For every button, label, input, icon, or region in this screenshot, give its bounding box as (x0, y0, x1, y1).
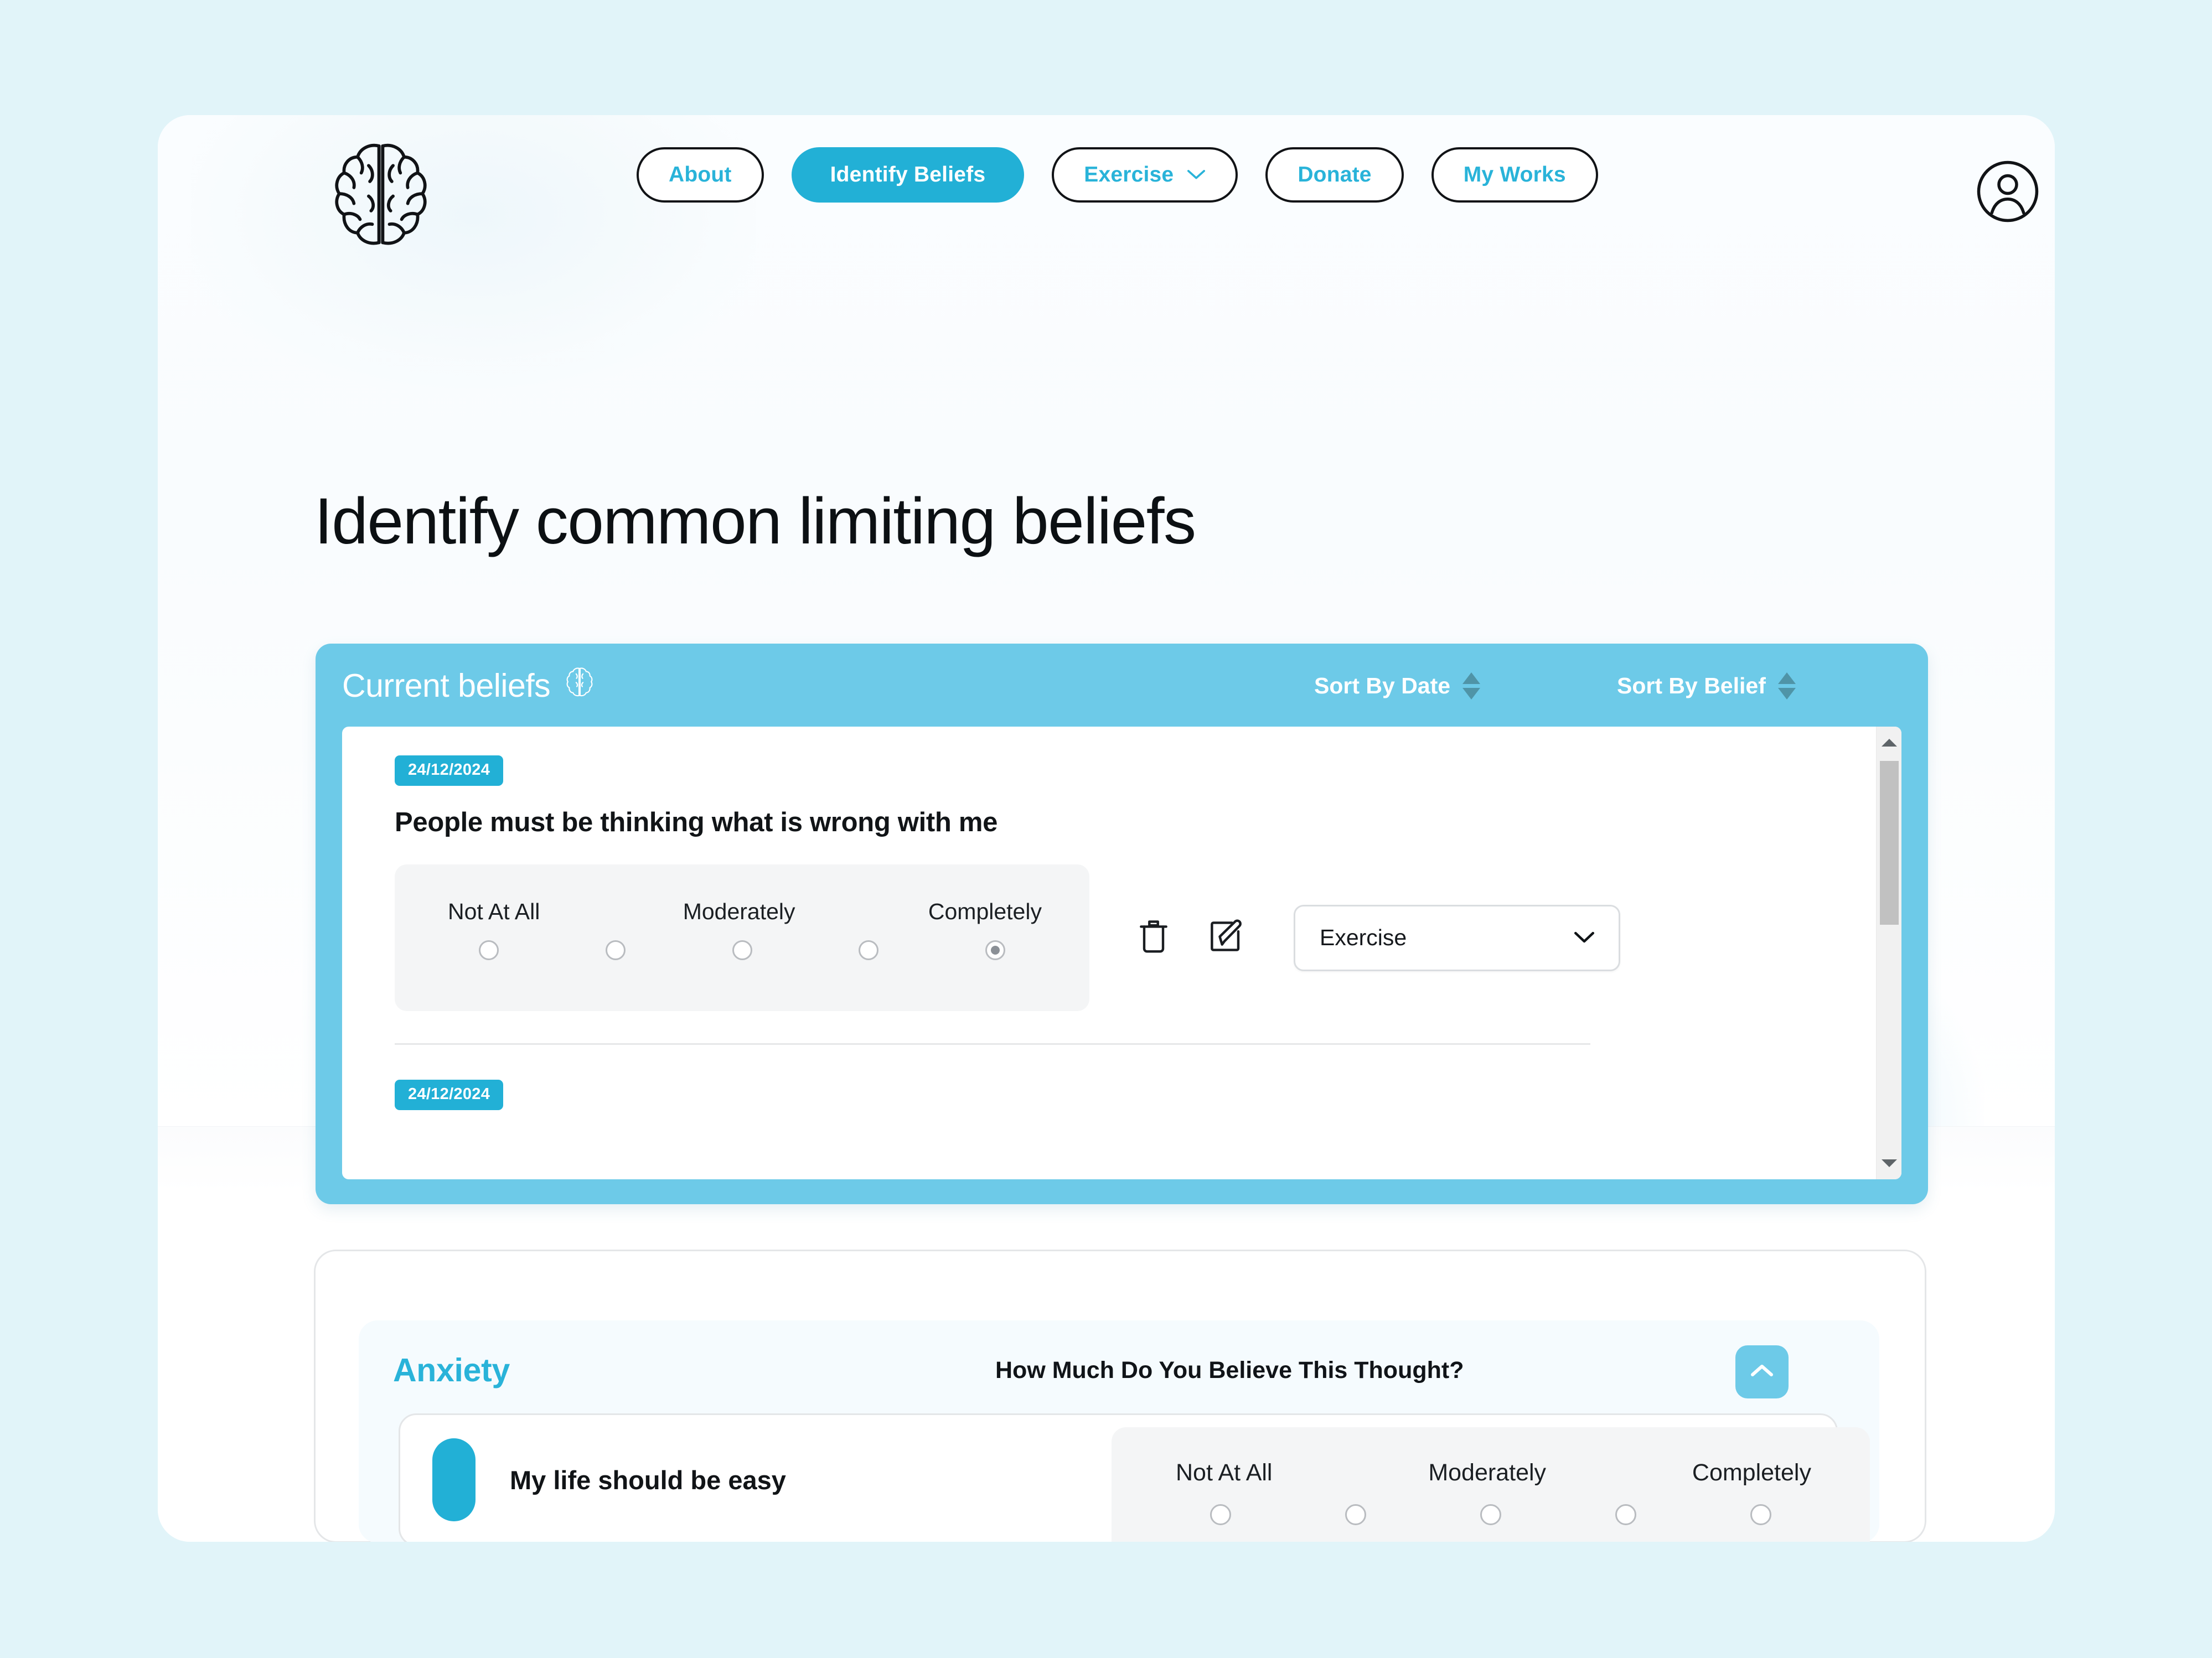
thought-rating-scale: Not At All Moderately Completely (1112, 1427, 1870, 1542)
list-divider (395, 1043, 1590, 1045)
chevron-down-icon (1572, 925, 1596, 951)
nav-item-exercise[interactable]: Exercise (1052, 147, 1238, 203)
scrollbar-up-button[interactable] (1877, 730, 1901, 755)
scale-label-moderately: Moderately (1428, 1459, 1547, 1486)
anxiety-category-title: Anxiety (393, 1352, 510, 1388)
scale-radio-2[interactable] (1345, 1504, 1366, 1525)
sort-by-belief-button[interactable]: Sort By Belief (1617, 672, 1796, 700)
belief-controls-row: Not At All Moderately Completely Exercis… (395, 864, 1843, 1011)
page-title: Identify common limiting beliefs (314, 485, 1196, 558)
anxiety-card-header: Anxiety How Much Do You Believe This Tho… (359, 1320, 1879, 1413)
belief-date-badge: 24/12/2024 (395, 755, 504, 786)
scale-radio-2[interactable] (605, 940, 626, 960)
sort-by-belief-label: Sort By Belief (1617, 673, 1766, 698)
list-item: 24/12/2024 People must be thinking what … (395, 755, 1843, 1045)
scale-label-not-at-all: Not At All (448, 899, 540, 924)
scale-radio-3[interactable] (732, 940, 752, 960)
brain-icon (562, 667, 597, 704)
nav-item-donate[interactable]: Donate (1265, 147, 1404, 203)
nav-item-label: Donate (1298, 163, 1372, 186)
current-beliefs-header: Current beliefs Sort By Date Sort By Bel… (316, 644, 1928, 727)
nav-item-label: Identify Beliefs (830, 163, 986, 186)
scale-radio-5[interactable] (985, 940, 1005, 960)
nav-item-label: Exercise (1084, 163, 1174, 186)
scrollbar-down-button[interactable] (1877, 1151, 1901, 1176)
belief-date-badge: 24/12/2024 (395, 1080, 504, 1110)
sort-by-date-label: Sort By Date (1314, 673, 1451, 698)
sort-updown-icon (1462, 672, 1481, 700)
edit-square-icon[interactable] (1207, 918, 1245, 958)
thought-accent-bar (432, 1438, 476, 1521)
navbar: About Identify Beliefs Exercise Donate M… (158, 115, 2055, 281)
belief-strength-question: How Much Do You Believe This Thought? (995, 1357, 1464, 1384)
nav-item-about[interactable]: About (637, 147, 764, 203)
app-window: About Identify Beliefs Exercise Donate M… (158, 115, 2055, 1542)
trash-icon[interactable] (1136, 918, 1171, 958)
scale-radio-4[interactable] (1615, 1504, 1636, 1525)
brain-icon[interactable] (317, 141, 445, 246)
beliefs-scroll-area[interactable]: 24/12/2024 People must be thinking what … (342, 727, 1876, 1179)
belief-action-icons (1136, 918, 1245, 958)
scale-label-not-at-all: Not At All (1176, 1459, 1273, 1486)
scale-radio-1[interactable] (479, 940, 499, 960)
scale-label-completely: Completely (1692, 1459, 1811, 1486)
nav-item-label: About (669, 163, 732, 186)
exercise-dropdown[interactable]: Exercise (1294, 904, 1620, 971)
list-item: 24/12/2024 (395, 1080, 1843, 1110)
current-beliefs-panel: Current beliefs Sort By Date Sort By Bel… (316, 644, 1928, 1204)
chevron-up-icon (1748, 1362, 1776, 1382)
scrollbar-thumb[interactable] (1880, 761, 1899, 925)
current-beliefs-title: Current beliefs (342, 667, 597, 704)
sort-updown-icon (1777, 672, 1796, 700)
scale-radio-row (1167, 1504, 1815, 1525)
nav-item-identify-beliefs[interactable]: Identify Beliefs (791, 147, 1025, 203)
nav-pill-group: About Identify Beliefs Exercise Donate M… (637, 147, 1598, 203)
nav-item-my-works[interactable]: My Works (1431, 147, 1598, 203)
sort-by-date-button[interactable]: Sort By Date (1314, 672, 1481, 700)
scale-radio-3[interactable] (1480, 1504, 1501, 1525)
nav-item-label: My Works (1463, 163, 1566, 186)
scale-label-row: Not At All Moderately Completely (439, 899, 1045, 925)
scale-label-moderately: Moderately (683, 899, 795, 924)
thought-row: My life should be easy Not At All Modera… (399, 1413, 1870, 1542)
scale-radio-4[interactable] (859, 940, 879, 960)
chevron-down-icon (1187, 169, 1206, 181)
collapse-section-button[interactable] (1735, 1345, 1789, 1398)
exercise-dropdown-value: Exercise (1320, 925, 1407, 950)
current-beliefs-list: 24/12/2024 People must be thinking what … (342, 727, 1901, 1179)
scale-label-row: Not At All Moderately Completely (1167, 1459, 1815, 1486)
scale-label-completely: Completely (928, 899, 1042, 924)
belief-statement: People must be thinking what is wrong wi… (395, 807, 998, 837)
current-beliefs-title-text: Current beliefs (342, 667, 551, 704)
scale-radio-1[interactable] (1210, 1504, 1231, 1525)
scale-radio-row (439, 940, 1045, 960)
belief-rating-scale: Not At All Moderately Completely (395, 864, 1089, 1011)
beliefs-scrollbar[interactable] (1876, 727, 1901, 1179)
scale-radio-5[interactable] (1750, 1504, 1771, 1525)
user-circle-icon[interactable] (1975, 158, 2041, 225)
thought-statement: My life should be easy (510, 1465, 786, 1495)
anxiety-category-card: Anxiety How Much Do You Believe This Tho… (359, 1320, 1879, 1542)
